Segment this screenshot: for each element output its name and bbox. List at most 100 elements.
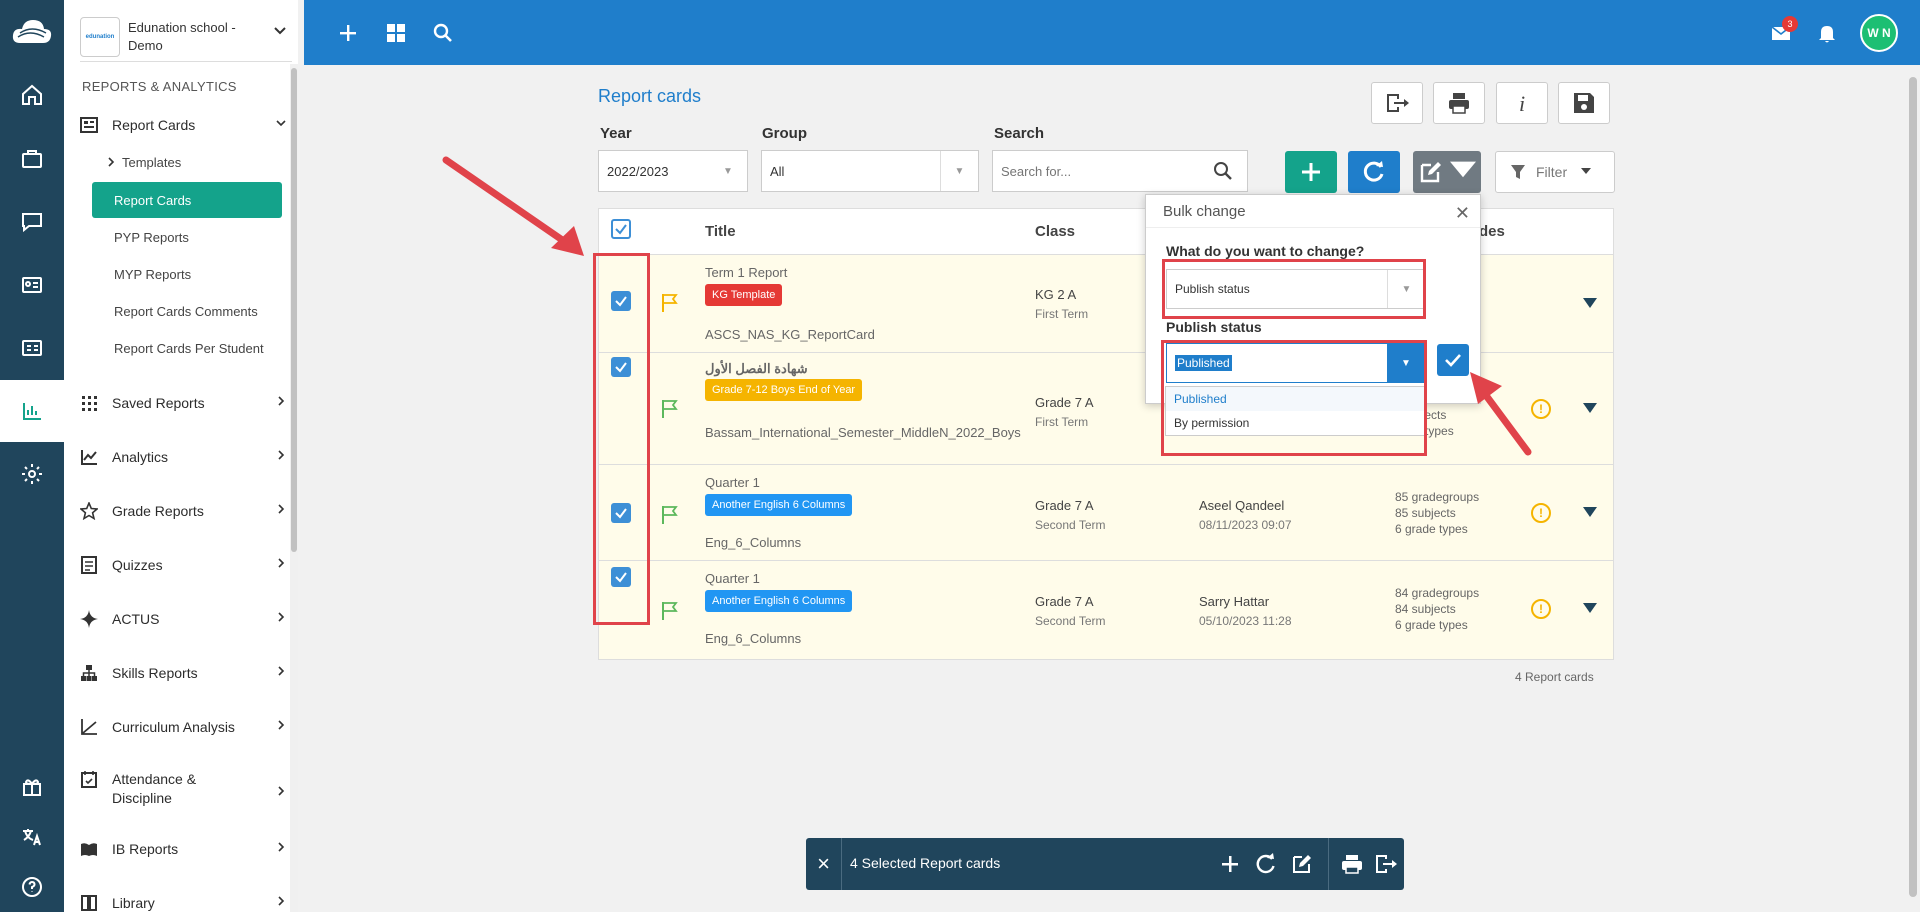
record-count: 4 Report cards xyxy=(1515,670,1594,684)
expand-caret-icon[interactable] xyxy=(1583,298,1597,308)
row-stats: 84 gradegroups 84 subjects 6 grade types xyxy=(1395,585,1479,633)
info-icon: i xyxy=(1519,91,1525,116)
school-switcher[interactable]: edunation Edunation school - Demo xyxy=(80,12,292,62)
filter-button[interactable]: Filter xyxy=(1495,151,1615,193)
stat-gradegroups: 84 gradegroups xyxy=(1395,586,1480,600)
sidebar-item-label: Saved Reports xyxy=(112,395,205,411)
trend-chart-icon xyxy=(80,448,98,466)
sidebar-item-saved-reports[interactable]: Saved Reports xyxy=(80,386,294,420)
caret-down-icon: ▼ xyxy=(723,165,733,177)
expand-caret-icon[interactable] xyxy=(1583,507,1597,517)
column-class[interactable]: Class xyxy=(1035,223,1075,240)
home-icon[interactable] xyxy=(0,64,64,126)
group-select[interactable]: All ▼ xyxy=(761,150,979,192)
settings-icon[interactable] xyxy=(0,443,64,505)
bell-icon[interactable] xyxy=(1814,20,1840,46)
sidebar-item-pyp-reports[interactable]: PYP Reports xyxy=(92,219,282,255)
flag-icon[interactable] xyxy=(661,399,679,419)
scrollbar-thumb[interactable] xyxy=(1909,77,1917,897)
group-label: Group xyxy=(762,125,807,142)
help-icon[interactable] xyxy=(0,856,64,912)
bulk-edit-button[interactable] xyxy=(1413,151,1481,193)
chevron-right-icon xyxy=(278,450,285,460)
sidebar-item-skills-reports[interactable]: Skills Reports xyxy=(80,656,294,690)
export-button[interactable] xyxy=(1371,82,1423,124)
column-title[interactable]: Title xyxy=(705,223,736,240)
select-all-checkbox[interactable] xyxy=(611,219,631,239)
flag-icon[interactable] xyxy=(661,601,679,621)
sidebar-item-grade-reports[interactable]: Grade Reports xyxy=(80,494,294,528)
search-icon[interactable] xyxy=(1213,161,1233,181)
sidebar-item-label: Quizzes xyxy=(112,557,163,573)
sidebar-item-report-cards-list[interactable]: Report Cards xyxy=(92,182,282,218)
chat-icon[interactable] xyxy=(0,191,64,253)
divider xyxy=(1328,838,1329,890)
search-icon[interactable] xyxy=(430,20,456,46)
clear-selection-icon[interactable]: × xyxy=(806,838,842,890)
id-card-icon[interactable] xyxy=(0,254,64,316)
search-input[interactable] xyxy=(993,151,1193,191)
search-box xyxy=(992,150,1248,192)
edit-icon[interactable] xyxy=(1290,852,1314,876)
refresh-icon[interactable] xyxy=(1254,852,1278,876)
table-row[interactable]: Quarter 1 Another English 6 Columns Eng_… xyxy=(599,561,1613,659)
caret-down-icon: ▼ xyxy=(940,151,978,191)
dashboard-icon[interactable] xyxy=(383,20,409,46)
report-card-icon[interactable] xyxy=(0,317,64,379)
selection-text: 4 Selected Report cards xyxy=(850,855,1001,871)
close-icon[interactable]: ✕ xyxy=(1455,203,1470,224)
page-title: Report cards xyxy=(598,86,702,106)
row-title: Term 1 Report xyxy=(705,265,788,280)
plus-icon[interactable] xyxy=(335,20,361,46)
expand-caret-icon[interactable] xyxy=(1583,403,1597,413)
save-button[interactable] xyxy=(1558,82,1610,124)
add-button[interactable] xyxy=(1285,151,1337,193)
plus-icon[interactable] xyxy=(1218,852,1242,876)
flag-icon[interactable] xyxy=(661,293,679,313)
sidebar-item-attendance[interactable]: Attendance & Discipline xyxy=(80,770,294,814)
cloud-logo-icon[interactable] xyxy=(0,0,64,64)
sidebar-item-curriculum-analysis[interactable]: Curriculum Analysis xyxy=(80,710,294,744)
template-tag: Grade 7-12 Boys End of Year xyxy=(705,379,863,401)
info-button[interactable]: i xyxy=(1496,82,1548,124)
chevron-right-icon xyxy=(278,612,285,622)
sidebar-item-templates[interactable]: Templates xyxy=(92,144,282,180)
table-row[interactable]: Quarter 1 Another English 6 Columns Eng_… xyxy=(599,465,1613,561)
year-select[interactable]: 2022/2023 ▼ xyxy=(598,150,748,192)
filter-icon xyxy=(1511,165,1525,179)
sidebar-item-quizzes[interactable]: Quizzes xyxy=(80,548,294,582)
chevron-right-icon xyxy=(278,896,285,906)
row-user: Aseel Qandeel xyxy=(1199,498,1285,513)
avatar[interactable]: W N xyxy=(1860,14,1898,52)
scrollbar-thumb[interactable] xyxy=(291,68,297,552)
publish-status-label: Publish status xyxy=(1166,319,1262,335)
highlight-status-select xyxy=(1161,340,1427,456)
row-code: Eng_6_Columns xyxy=(705,535,802,550)
stat-grade-types: 6 grade types xyxy=(1395,522,1468,536)
page-scrollbar[interactable] xyxy=(1906,65,1920,912)
sidebar-scrollbar[interactable] xyxy=(290,64,298,912)
sidebar-item-library[interactable]: Library xyxy=(80,886,294,912)
expand-caret-icon[interactable] xyxy=(1583,603,1597,613)
sidebar-item-analytics[interactable]: Analytics xyxy=(80,440,294,474)
sidebar-item-ib-reports[interactable]: IB Reports xyxy=(80,832,294,866)
sidebar-item-report-cards-comments[interactable]: Report Cards Comments xyxy=(92,293,282,329)
printer-icon[interactable] xyxy=(1340,852,1364,876)
row-title: Quarter 1 xyxy=(705,475,760,490)
sidebar-item-report-cards-per-student[interactable]: Report Cards Per Student xyxy=(92,330,282,366)
analytics-icon[interactable] xyxy=(0,380,64,442)
print-button[interactable] xyxy=(1433,82,1485,124)
export-icon[interactable] xyxy=(1374,852,1398,876)
row-term: First Term xyxy=(1035,307,1089,321)
refresh-button[interactable] xyxy=(1348,151,1400,193)
briefcase-icon[interactable] xyxy=(0,128,64,190)
row-user: Sarry Hattar xyxy=(1199,594,1270,609)
sidebar-item-actus[interactable]: ACTUS xyxy=(80,602,294,636)
chevron-right-icon xyxy=(278,396,285,406)
sidebar-item-report-cards[interactable]: Report Cards xyxy=(80,108,294,142)
flag-icon[interactable] xyxy=(661,505,679,525)
column-grades[interactable]: des xyxy=(1479,223,1505,240)
warning-icon[interactable]: ! xyxy=(1531,503,1551,523)
warning-icon[interactable]: ! xyxy=(1531,599,1551,619)
sidebar-item-myp-reports[interactable]: MYP Reports xyxy=(92,256,282,292)
